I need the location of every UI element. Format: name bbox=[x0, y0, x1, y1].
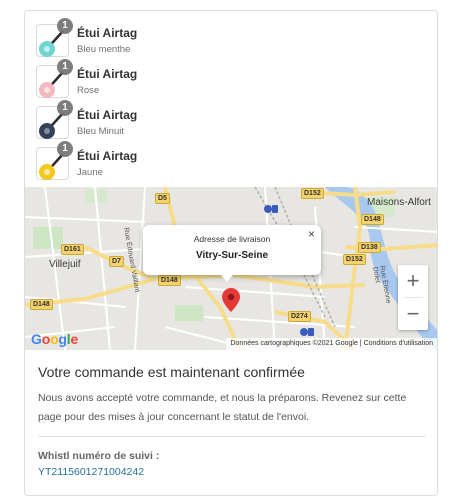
close-icon[interactable]: × bbox=[308, 228, 315, 240]
tracking-label: Whistl numéro de suivi : bbox=[38, 450, 160, 462]
item-variant: Rose bbox=[77, 85, 100, 96]
list-item: 1 Étui Airtag Bleu Minuit bbox=[36, 100, 416, 142]
road-label: D7 bbox=[109, 256, 124, 267]
item-variant: Bleu Minuit bbox=[77, 126, 124, 137]
road-label: D152 bbox=[343, 254, 366, 265]
quantity-badge: 1 bbox=[57, 59, 73, 75]
road-label: D152 bbox=[301, 188, 324, 199]
confirmation-message: Nous avons accepté votre commande, et no… bbox=[38, 392, 407, 423]
road-label: D148 bbox=[158, 275, 181, 286]
zoom-controls: + − bbox=[398, 265, 428, 330]
delivery-location-pin-icon[interactable] bbox=[222, 288, 240, 312]
item-name: Étui Airtag bbox=[77, 67, 138, 81]
quantity-badge: 1 bbox=[57, 100, 73, 116]
list-item: 1 Étui Airtag Bleu menthe bbox=[36, 18, 416, 60]
popup-tail bbox=[220, 274, 234, 282]
place-label-villejuif: Villejuif bbox=[49, 259, 81, 270]
item-variant: Bleu menthe bbox=[77, 44, 131, 55]
confirmation-title: Votre commande est maintenant confirmée bbox=[38, 364, 305, 380]
terms-of-use-link[interactable]: Conditions d'utilisation bbox=[364, 340, 433, 347]
delivery-address-popup: Adresse de livraison Vitry-Sur-Seine × bbox=[143, 225, 321, 275]
item-variant: Jaune bbox=[77, 167, 103, 178]
divider bbox=[38, 436, 426, 437]
road-label: D5 bbox=[155, 193, 170, 204]
item-name: Étui Airtag bbox=[77, 26, 138, 40]
transit-station-icon bbox=[300, 328, 314, 336]
order-status-card: 1 Étui Airtag Bleu menthe 1 Étui Airtag … bbox=[24, 10, 438, 496]
map-attribution: Données cartographiques ©2021 Google | C… bbox=[226, 338, 437, 350]
quantity-badge: 1 bbox=[57, 18, 73, 34]
delivery-map[interactable]: D5 D152 D148 D161 D7 D148 D148 D138 D152… bbox=[25, 187, 437, 350]
road-label: D148 bbox=[30, 299, 53, 310]
road-label: D148 bbox=[361, 214, 384, 225]
list-item: 1 Étui Airtag Jaune bbox=[36, 141, 416, 183]
road-label: D274 bbox=[288, 311, 311, 322]
zoom-in-button[interactable]: + bbox=[398, 265, 428, 297]
google-logo[interactable]: Google bbox=[31, 331, 78, 347]
popup-title: Adresse de livraison bbox=[193, 234, 271, 244]
list-item: 1 Étui Airtag Rose bbox=[36, 59, 416, 101]
item-name: Étui Airtag bbox=[77, 108, 138, 122]
place-label-maisons-alfort: Maisons-Alfort bbox=[367, 197, 431, 208]
zoom-out-button[interactable]: − bbox=[398, 298, 428, 330]
road-label: D161 bbox=[61, 244, 84, 255]
quantity-badge: 1 bbox=[57, 141, 73, 157]
popup-city: Vitry-Sur-Seine bbox=[195, 250, 269, 261]
tracking-number-link[interactable]: YT2115601271004242 bbox=[38, 466, 144, 478]
map-data-attribution[interactable]: Données cartographiques ©2021 Google bbox=[230, 340, 357, 347]
order-item-list: 1 Étui Airtag Bleu menthe 1 Étui Airtag … bbox=[25, 11, 437, 187]
item-name: Étui Airtag bbox=[77, 149, 138, 163]
road-label: D138 bbox=[358, 242, 381, 253]
transit-station-icon bbox=[264, 205, 278, 213]
